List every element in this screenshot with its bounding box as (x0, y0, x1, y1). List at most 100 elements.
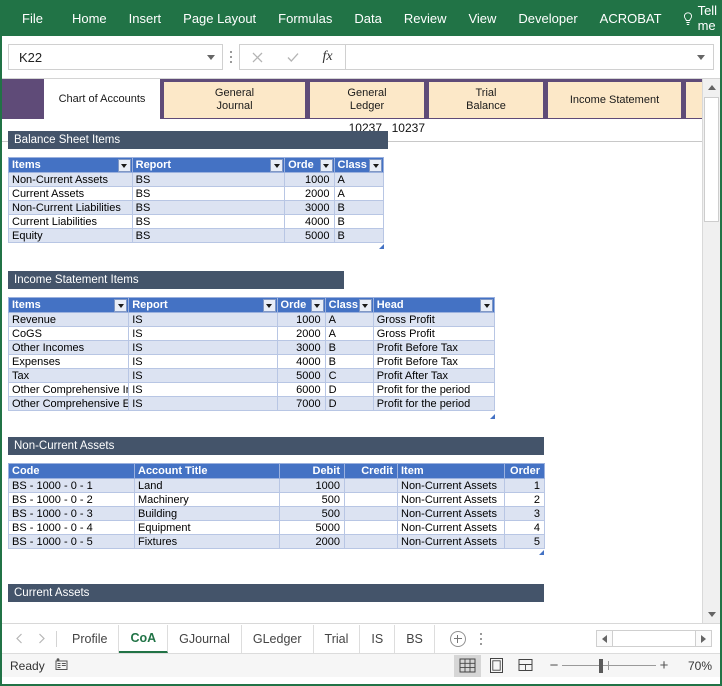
vertical-scrollbar[interactable] (702, 79, 720, 623)
table-cell[interactable]: 4000 (276, 354, 326, 369)
table-cell[interactable]: 2 (504, 492, 545, 507)
table-cell[interactable]: 500 (279, 506, 345, 521)
table-cell[interactable]: Non-Current Assets (397, 520, 505, 535)
table-cell[interactable]: BS (131, 214, 286, 229)
ribbon-tab-developer[interactable]: Developer (507, 0, 588, 36)
filter-dropdown-icon[interactable] (369, 159, 382, 172)
table-row[interactable]: Non-Current Assets BS 1000 A (8, 172, 385, 187)
zoom-thumb[interactable] (599, 658, 603, 673)
table-resize-handle[interactable] (379, 244, 384, 249)
zoom-slider[interactable]: − + (546, 657, 672, 674)
table-cell[interactable]: Building (134, 506, 280, 521)
table-cell[interactable]: Non-Current Assets (397, 478, 505, 493)
table-row[interactable]: BS - 1000 - 0 - 1 Land 1000 Non-Current Ass… (8, 478, 545, 493)
table-cell[interactable]: 1 (504, 478, 545, 493)
table-cell[interactable]: 2000 (276, 326, 326, 341)
table-row[interactable]: Tax IS 5000 C Profit After Tax (7, 368, 496, 383)
table-income-statement-items[interactable]: Items Report Orde Class Head Revenue IS 1000 A Gr… (7, 297, 496, 411)
filter-dropdown-icon[interactable] (270, 159, 284, 172)
table-cell[interactable]: A (333, 172, 385, 187)
table-cell[interactable]: 5 (504, 534, 545, 549)
sheet-tab-profile[interactable]: Profile (61, 624, 120, 653)
table-cell[interactable]: 5000 (284, 228, 335, 243)
table-cell[interactable]: IS (128, 340, 278, 355)
nav-tab-chart-of-accounts[interactable]: Chart of Accounts (44, 79, 160, 119)
add-sheet-button[interactable] (443, 625, 473, 653)
table-cell[interactable]: Other Comprehensive Expe (7, 396, 130, 411)
table-cell[interactable]: BS - 1000 - 0 - 5 (8, 534, 135, 549)
table-cell[interactable]: Profit Before Tax (372, 354, 496, 369)
table-cell[interactable]: BS (131, 228, 286, 243)
ribbon-tab-view[interactable]: View (457, 0, 507, 36)
table-cell[interactable]: A (333, 186, 385, 201)
table-cell[interactable]: 1000 (279, 478, 345, 493)
table-cell[interactable]: A (324, 312, 374, 327)
filter-dropdown-icon[interactable] (319, 159, 333, 172)
zoom-out-button[interactable]: − (546, 657, 562, 674)
table-cell[interactable]: IS (128, 396, 278, 411)
sheet-tab-trial[interactable]: Trial (314, 624, 361, 653)
sheet-tab-gjournal[interactable]: GJournal (168, 624, 242, 653)
table-cell[interactable]: Gross Profit (372, 326, 496, 341)
scroll-down-button[interactable] (703, 606, 720, 623)
table-cell[interactable]: BS - 1000 - 0 - 2 (8, 492, 135, 507)
table-cell[interactable]: B (333, 228, 385, 243)
table-cell[interactable]: A (324, 326, 374, 341)
table-cell[interactable]: Other Comprehensive Incor (7, 382, 130, 397)
table-cell[interactable]: IS (128, 354, 278, 369)
table-cell[interactable] (344, 478, 398, 493)
nav-tab-income-statement[interactable]: Income Statement (547, 81, 682, 119)
normal-view-button[interactable] (454, 654, 481, 677)
table-cell[interactable]: Profit Before Tax (372, 340, 496, 355)
zoom-in-button[interactable]: + (656, 657, 672, 674)
zoom-level[interactable]: 70% (678, 659, 720, 673)
table-cell[interactable]: IS (128, 312, 278, 327)
table-cell[interactable]: B (324, 340, 374, 355)
table-cell[interactable]: 2000 (279, 534, 345, 549)
table-row[interactable]: Current Assets BS 2000 A (8, 186, 385, 201)
scroll-right-button[interactable] (695, 630, 712, 647)
filter-dropdown-icon[interactable] (358, 299, 372, 312)
ribbon-tab-file[interactable]: File (2, 0, 61, 36)
table-cell[interactable]: B (333, 214, 385, 229)
scroll-up-button[interactable] (703, 79, 720, 96)
name-box-dropdown-icon[interactable] (207, 54, 215, 60)
table-row[interactable]: BS - 1000 - 0 - 5 Fixtures 2000 Non-Current… (8, 534, 545, 549)
table-cell[interactable]: B (324, 354, 374, 369)
confirm-formula-button[interactable] (275, 45, 310, 69)
table-cell[interactable]: 4 (504, 520, 545, 535)
table-cell[interactable]: Profit After Tax (372, 368, 496, 383)
insert-function-icon[interactable]: fx (310, 45, 345, 69)
table-cell[interactable] (344, 520, 398, 535)
table-row[interactable]: Non-Current Liabilities BS 3000 B (8, 200, 385, 215)
table-cell[interactable]: BS - 1000 - 0 - 3 (8, 506, 135, 521)
grid-body[interactable]: 10237 10237 Balance Sheet Items Items Repo… (2, 119, 706, 623)
table-cell[interactable]: BS (131, 200, 286, 215)
table-cell[interactable]: Non-Current Assets (397, 492, 505, 507)
table-cell[interactable]: Current Liabilities (8, 214, 133, 229)
next-sheet-button[interactable] (30, 628, 52, 650)
horizontal-scrollbar[interactable] (596, 630, 712, 648)
table-cell[interactable]: Land (134, 478, 280, 493)
nav-tab-general-ledger[interactable]: General Ledger (309, 81, 425, 119)
nav-tab-general-journal[interactable]: General Journal (163, 81, 306, 119)
table-cell[interactable]: 3 (504, 506, 545, 521)
nav-tab-trial-balance[interactable]: Trial Balance (428, 81, 544, 119)
filter-dropdown-icon[interactable] (114, 299, 128, 312)
filter-dropdown-icon[interactable] (117, 159, 131, 172)
record-macro-icon[interactable] (55, 657, 69, 674)
table-cell[interactable]: 2000 (284, 186, 335, 201)
table-cell[interactable]: Non-Current Assets (8, 172, 133, 187)
table-cell[interactable]: Current Assets (8, 186, 133, 201)
table-cell[interactable]: Equity (8, 228, 133, 243)
table-cell[interactable]: Equipment (134, 520, 280, 535)
page-layout-view-button[interactable] (483, 655, 510, 677)
table-row[interactable]: BS - 1000 - 0 - 3 Building 500 Non-Current … (8, 506, 545, 521)
table-cell[interactable]: BS - 1000 - 0 - 4 (8, 520, 135, 535)
sheet-tab-bs[interactable]: BS (395, 624, 435, 653)
table-row[interactable]: Other Comprehensive IncorIS6000DProfit f… (7, 382, 496, 397)
ribbon-tab-review[interactable]: Review (393, 0, 458, 36)
formula-bar-handle[interactable] (223, 44, 239, 70)
formula-input[interactable] (345, 44, 714, 70)
vertical-scroll-thumb[interactable] (704, 97, 719, 222)
